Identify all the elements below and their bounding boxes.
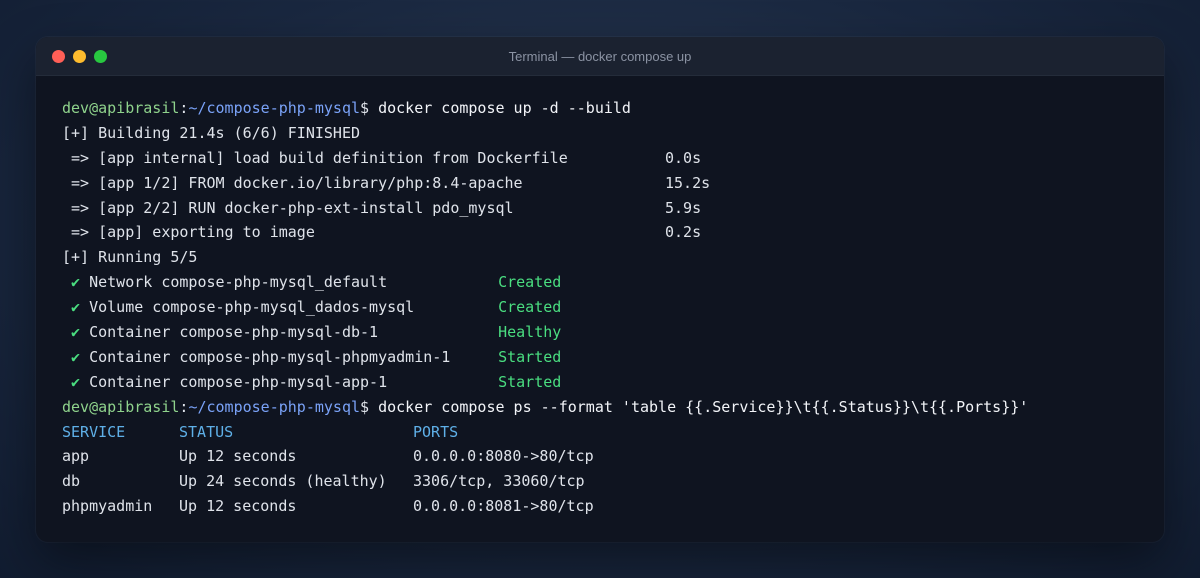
- terminal-window: Terminal — docker compose up dev@apibras…: [36, 37, 1164, 542]
- table-cell-ports: 0.0.0.0:8081->80/tcp: [413, 497, 594, 516]
- prompt-line: dev@apibrasil:~/compose-php-mysql$ docke…: [62, 96, 1138, 121]
- resource-line: ✔ Container compose-php-mysql-db-1 Health…: [62, 320, 1138, 345]
- resource-line: ✔ Network compose-php-mysql_default Creat…: [62, 270, 1138, 295]
- terminal-output[interactable]: dev@apibrasil:~/compose-php-mysql$ docke…: [36, 76, 1164, 519]
- table-cell-service: app: [62, 447, 90, 466]
- table-cell-status: Up 12 seconds: [179, 497, 297, 516]
- table-cell-service: phpmyadmin: [62, 497, 153, 516]
- resource-status: Healthy: [498, 323, 562, 342]
- prompt-dollar: $: [360, 397, 370, 416]
- resource-status: Created: [498, 298, 562, 317]
- build-step-text: => [app 1/2] FROM docker.io/library/php:…: [62, 173, 523, 192]
- prompt-path: ~/compose-php-mysql: [188, 99, 361, 117]
- resource-label: Container compose-php-mysql-phpmyadmin-1: [89, 347, 451, 366]
- table-cell-service: db: [62, 472, 81, 491]
- build-step: => [app] exporting to image 0.2s: [62, 220, 1138, 245]
- resource-label: Container compose-php-mysql-db-1: [89, 323, 379, 342]
- build-step-time: 5.9s: [665, 198, 702, 217]
- table-row: phpmyadmin Up 12 seconds 0.0.0.0:8081->80/…: [62, 494, 1138, 519]
- build-step-text: => [app internal] load build definition …: [62, 148, 568, 167]
- prompt-user: dev@apibrasil: [62, 397, 180, 416]
- close-button[interactable]: [52, 50, 65, 63]
- table-cell-ports: 3306/tcp, 33060/tcp: [413, 472, 585, 491]
- window-title: Terminal — docker compose up: [508, 48, 692, 64]
- table-row: app Up 12 seconds 0.0.0.0:8080->80/tcp: [62, 444, 1138, 469]
- table-row: db Up 24 seconds (healthy) 3306/tcp, 33060…: [62, 469, 1138, 494]
- window-controls: [52, 50, 107, 63]
- table-cell-status: Up 12 seconds: [179, 447, 297, 466]
- title-bar: Terminal — docker compose up: [36, 37, 1164, 76]
- prompt-command: docker compose ps --format 'table {{.Ser…: [378, 397, 1029, 416]
- build-step: => [app 1/2] FROM docker.io/library/php:…: [62, 171, 1138, 196]
- table-header-service: SERVICE: [62, 422, 126, 441]
- prompt-user: dev@apibrasil: [62, 99, 180, 117]
- maximize-button[interactable]: [94, 50, 107, 63]
- resource-line: ✔ Volume compose-php-mysql_dados-mysql Cr…: [62, 295, 1138, 320]
- check-icon: ✔: [71, 347, 81, 366]
- check-icon: ✔: [71, 372, 81, 391]
- build-step: => [app 2/2] RUN docker-php-ext-install …: [62, 196, 1138, 221]
- check-icon: ✔: [71, 298, 81, 317]
- check-icon: ✔: [71, 273, 81, 292]
- prompt-path: ~/compose-php-mysql: [188, 397, 361, 416]
- check-icon: ✔: [71, 323, 81, 342]
- table-cell-ports: 0.0.0.0:8080->80/tcp: [413, 447, 594, 466]
- build-step-time: 0.0s: [665, 148, 702, 167]
- table-header-ports: PORTS: [413, 422, 459, 441]
- build-step-text: => [app] exporting to image: [62, 223, 315, 242]
- resource-label: Network compose-php-mysql_default: [89, 273, 388, 292]
- running-header: [+] Running 5/5: [62, 248, 198, 267]
- prompt-line: dev@apibrasil:~/compose-php-mysql$ docke…: [62, 395, 1138, 420]
- build-step-text: => [app 2/2] RUN docker-php-ext-install …: [62, 198, 514, 217]
- resource-line: ✔ Container compose-php-mysql-app-1 Start…: [62, 370, 1138, 395]
- table-header-row: SERVICE STATUS PORTS: [62, 420, 1138, 445]
- table-header-status: STATUS: [179, 422, 234, 441]
- table-cell-status: Up 24 seconds (healthy): [179, 472, 387, 491]
- resource-line: ✔ Container compose-php-mysql-phpmyadmin…: [62, 345, 1138, 370]
- resource-status: Started: [498, 347, 562, 366]
- resource-label: Volume compose-php-mysql_dados-mysql: [89, 298, 415, 317]
- build-step-time: 0.2s: [665, 223, 702, 242]
- minimize-button[interactable]: [73, 50, 86, 63]
- resource-label: Container compose-php-mysql-app-1: [89, 372, 388, 391]
- build-header: [+] Building 21.4s (6/6) FINISHED: [62, 123, 361, 142]
- resource-status: Created: [498, 273, 562, 292]
- build-step: => [app internal] load build definition …: [62, 146, 1138, 171]
- build-step-time: 15.2s: [665, 173, 711, 192]
- prompt-dollar: $: [360, 99, 370, 117]
- prompt-command: docker compose up -d --build: [378, 99, 631, 117]
- resource-status: Started: [498, 372, 562, 391]
